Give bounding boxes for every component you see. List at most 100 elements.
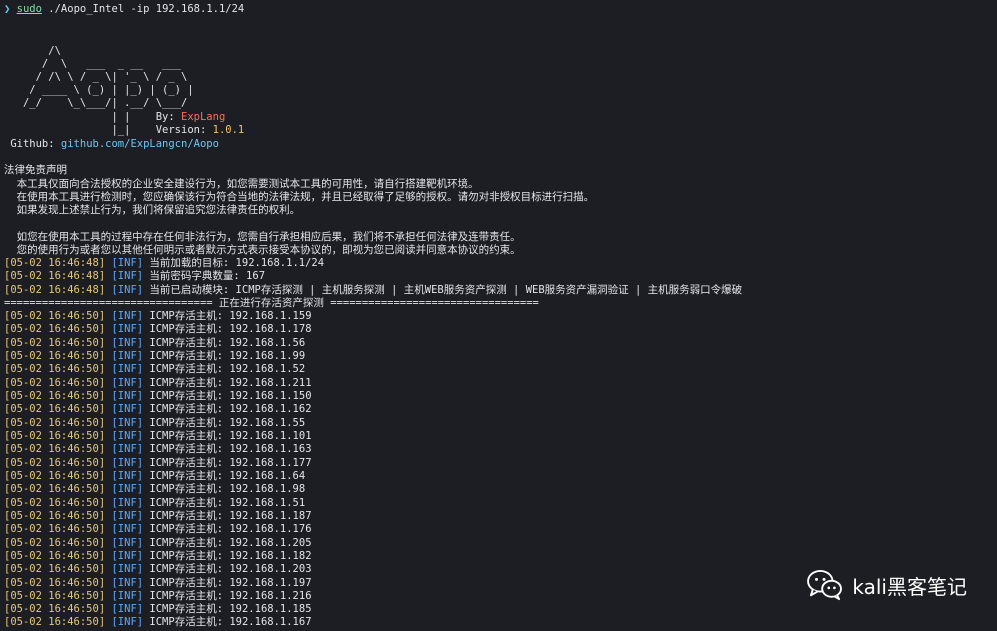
log-message: ICMP存活主机: 192.168.1.216 [143,590,312,602]
log-timestamp: [05-02 16:46:50] [4,577,106,589]
disclaimer-line: 如您在使用本工具的过程中存在任何非法行为，您需自行承担相应后果，我们将不承担任何… [4,231,521,243]
version-number: 1.0.1 [212,124,245,136]
log-line: [05-02 16:46:50] [INF] ICMP存活主机: 192.168… [4,603,312,616]
github-label: Github: [4,138,61,150]
log-line: [05-02 16:46:48] [INF] 当前加载的目标: 192.168.… [4,257,324,270]
log-level-tag: [INF] [111,430,144,442]
log-message: 当前密码字典数量: 167 [143,270,266,282]
log-line: [05-02 16:46:50] [INF] ICMP存活主机: 192.168… [4,350,305,363]
log-line: [05-02 16:46:50] [INF] ICMP存活主机: 192.168… [4,616,312,629]
log-level-tag: [INF] [111,523,144,535]
log-level-tag: [INF] [111,616,144,628]
log-line: [05-02 16:46:50] [INF] ICMP存活主机: 192.168… [4,523,312,536]
disclaimer-line: 在使用本工具进行检测时，您应确保该行为符合当地的法律法规，并且已经取得了足够的授… [4,191,595,203]
log-message: 当前已启动模块: ICMP存活探测 | 主机服务探测 | 主机WEB服务资产探测… [143,284,743,296]
github-link[interactable]: github.com/ExpLangcn/Aopo [61,138,219,150]
banner-art-line: / ____ \ (_) | |_) | (_) | [4,84,194,96]
version-label: Version: [155,124,213,136]
log-level-tag: [INF] [111,403,144,415]
log-line: [05-02 16:46:50] [INF] ICMP存活主机: 192.168… [4,363,305,376]
log-line: [05-02 16:46:50] [INF] ICMP存活主机: 192.168… [4,323,312,336]
log-level-tag: [INF] [111,577,144,589]
log-line: [05-02 16:46:50] [INF] ICMP存活主机: 192.168… [4,577,312,590]
log-message: ICMP存活主机: 192.168.1.197 [143,577,312,589]
log-timestamp: [05-02 16:46:50] [4,323,106,335]
log-line: [05-02 16:46:50] [INF] ICMP存活主机: 192.168… [4,310,312,323]
log-level-tag: [INF] [111,417,144,429]
log-message: ICMP存活主机: 192.168.1.163 [143,443,312,455]
log-message: ICMP存活主机: 192.168.1.205 [143,537,312,549]
log-timestamp: [05-02 16:46:50] [4,563,106,575]
log-timestamp: [05-02 16:46:50] [4,430,106,442]
log-timestamp: [05-02 16:46:50] [4,403,106,415]
log-timestamp: [05-02 16:46:50] [4,310,106,322]
log-timestamp: [05-02 16:46:50] [4,523,106,535]
log-message: ICMP存活主机: 192.168.1.167 [143,616,312,628]
log-level-tag: [INF] [111,497,144,509]
log-line: [05-02 16:46:50] [INF] ICMP存活主机: 192.168… [4,510,312,523]
log-level-tag: [INF] [111,603,144,615]
log-line: [05-02 16:46:50] [INF] ICMP存活主机: 192.168… [4,537,312,550]
log-timestamp: [05-02 16:46:50] [4,363,106,375]
log-message: ICMP存活主机: 192.168.1.64 [143,470,306,482]
log-line: [05-02 16:46:50] [INF] ICMP存活主机: 192.168… [4,337,305,350]
log-level-tag: [INF] [111,350,144,362]
command-line: ❯ sudo ./Aopo_Intel -ip 192.168.1.1/24 [4,3,244,16]
log-message: ICMP存活主机: 192.168.1.56 [143,337,306,349]
banner-version-line: |_| Version: 1.0.1 [4,124,244,137]
log-timestamp: [05-02 16:46:50] [4,510,106,522]
log-timestamp: [05-02 16:46:50] [4,537,106,549]
log-line: [05-02 16:46:50] [INF] ICMP存活主机: 192.168… [4,377,312,390]
log-timestamp: [05-02 16:46:50] [4,616,106,628]
log-message: ICMP存活主机: 192.168.1.99 [143,350,306,362]
log-message: ICMP存活主机: 192.168.1.51 [143,497,306,509]
disclaimer-line: 如果发现上述禁止行为，我们将保留追究您法律责任的权利。 [4,204,301,216]
log-timestamp: [05-02 16:46:50] [4,390,106,402]
log-line: [05-02 16:46:50] [INF] ICMP存活主机: 192.168… [4,443,312,456]
log-timestamp: [05-02 16:46:50] [4,457,106,469]
log-message: ICMP存活主机: 192.168.1.101 [143,430,312,442]
by-label: By: [155,111,182,123]
log-message: ICMP存活主机: 192.168.1.162 [143,403,312,415]
log-line: [05-02 16:46:50] [INF] ICMP存活主机: 192.168… [4,483,305,496]
disclaimer-line: 本工具仅面向合法授权的企业安全建设行为，如您需要测试本工具的可用性，请自行搭建靶… [4,178,479,190]
log-level-tag: [INF] [111,257,144,269]
prompt-arrow: ❯ [4,3,11,15]
log-level-tag: [INF] [111,483,144,495]
log-level-tag: [INF] [111,457,144,469]
log-message: 当前加载的目标: 192.168.1.1/24 [143,257,325,269]
log-line: [05-02 16:46:50] [INF] ICMP存活主机: 192.168… [4,550,312,563]
section-separator: ================================= 正在进行存活… [4,297,539,309]
watermark-text: kali黑客笔记 [852,574,967,599]
wechat-icon [807,569,843,601]
log-line: [05-02 16:46:50] [INF] ICMP存活主机: 192.168… [4,403,312,416]
command-args: ./Aopo_Intel -ip 192.168.1.1/24 [48,3,245,15]
log-message: ICMP存活主机: 192.168.1.187 [143,510,312,522]
log-line: [05-02 16:46:50] [INF] ICMP存活主机: 192.168… [4,457,312,470]
log-message: ICMP存活主机: 192.168.1.52 [143,363,306,375]
banner-art-line: | | [4,111,156,123]
github-line: Github: github.com/ExpLangcn/Aopo [4,138,219,151]
log-line: [05-02 16:46:50] [INF] ICMP存活主机: 192.168… [4,417,305,430]
banner-art-line: /_/ \_\___/| .__/ \___/ [4,97,188,109]
log-timestamp: [05-02 16:46:50] [4,417,106,429]
log-level-tag: [INF] [111,323,144,335]
log-level-tag: [INF] [111,310,144,322]
log-line: [05-02 16:46:48] [INF] 当前密码字典数量: 167 [4,270,265,283]
log-message: ICMP存活主机: 192.168.1.203 [143,563,312,575]
banner-art-line: |_| [4,124,156,136]
log-message: ICMP存活主机: 192.168.1.159 [143,310,312,322]
log-timestamp: [05-02 16:46:50] [4,483,106,495]
terminal-window[interactable]: ❯ sudo ./Aopo_Intel -ip 192.168.1.1/24 /… [0,0,997,631]
log-message: ICMP存活主机: 192.168.1.98 [143,483,306,495]
log-level-tag: [INF] [111,363,144,375]
log-timestamp: [05-02 16:46:50] [4,470,106,482]
log-level-tag: [INF] [111,443,144,455]
log-line: [05-02 16:46:48] [INF] 当前已启动模块: ICMP存活探测… [4,284,742,297]
log-timestamp: [05-02 16:46:50] [4,350,106,362]
log-level-tag: [INF] [111,377,144,389]
log-timestamp: [05-02 16:46:48] [4,284,106,296]
log-timestamp: [05-02 16:46:50] [4,337,106,349]
banner-by-line: | | By: ExpLang [4,111,225,124]
log-level-tag: [INF] [111,510,144,522]
